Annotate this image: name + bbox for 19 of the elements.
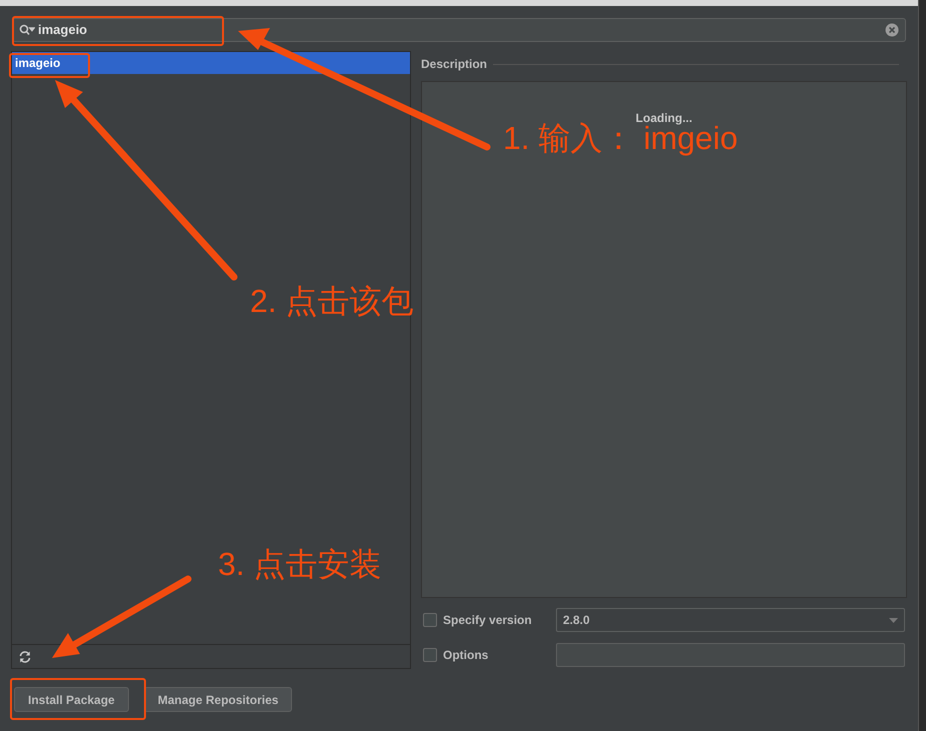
search-input[interactable]: imageio	[38, 20, 882, 40]
option-label: Specify version	[443, 612, 533, 629]
version-dropdown[interactable]: 2.8.0	[556, 608, 905, 632]
loading-text: Loading...	[636, 110, 692, 125]
package-item[interactable]: imageio	[12, 52, 410, 74]
annotation-text: 3. 点击安装	[218, 548, 382, 580]
dialog-button[interactable]: Manage Repositories	[144, 687, 292, 712]
clear-icon[interactable]	[885, 23, 899, 37]
options-field[interactable]	[556, 643, 905, 667]
search-field[interactable]: imageio	[12, 18, 906, 42]
annotation-text: 2. 点击该包	[250, 285, 414, 317]
checkbox[interactable]	[423, 648, 437, 662]
search-icon	[19, 24, 35, 36]
dialog-button[interactable]: Install Package	[14, 687, 129, 712]
refresh-icon[interactable]	[18, 650, 32, 664]
caret-icon	[889, 618, 898, 622]
option-label: Options	[443, 647, 490, 664]
checkbox[interactable]	[423, 613, 437, 627]
section-label: Description	[421, 56, 488, 73]
